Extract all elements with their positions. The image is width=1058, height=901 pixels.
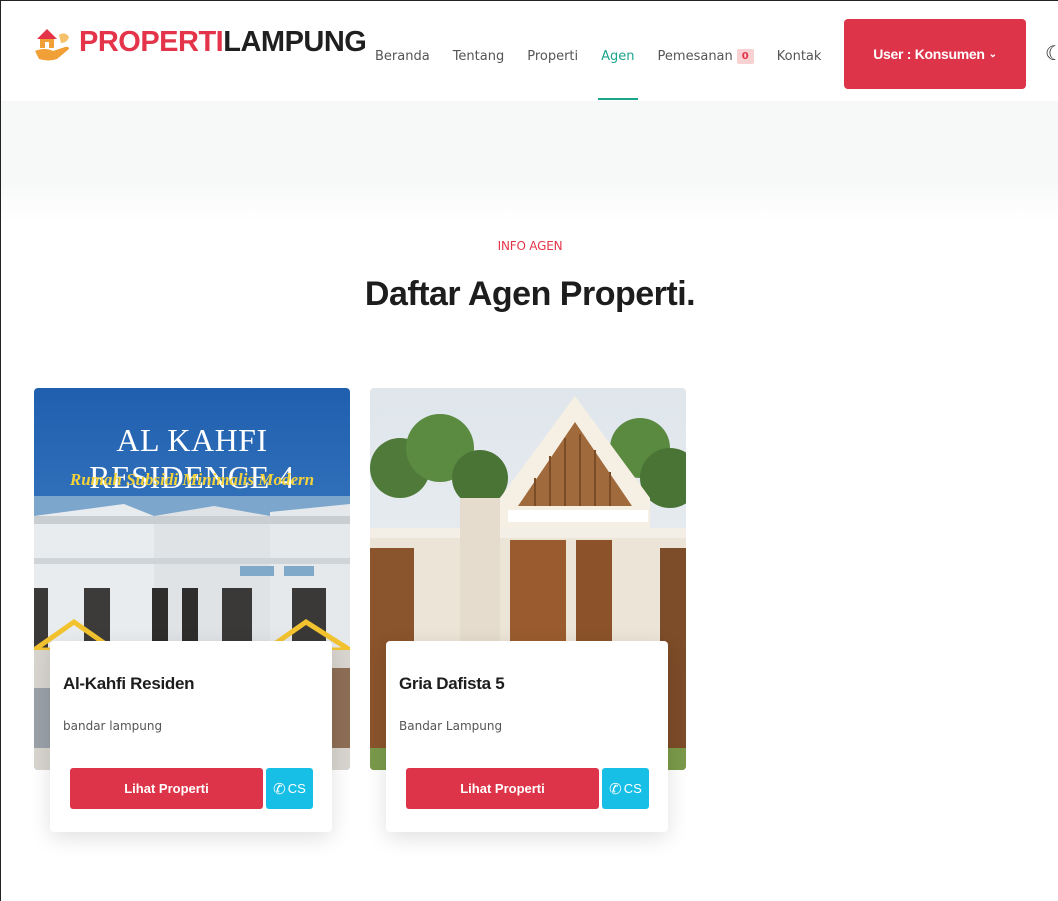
nav-label: Agen <box>601 49 635 64</box>
brand-part1: PROPERTI <box>79 25 224 58</box>
nav-agen[interactable]: Agen <box>598 49 638 100</box>
contact-cs-button[interactable]: ✆ CS <box>266 768 313 809</box>
brand-part2: LAMPUNG <box>223 25 367 58</box>
contact-cs-button[interactable]: ✆ CS <box>602 768 649 809</box>
nav-label: Kontak <box>776 49 822 64</box>
brand-name: PROPERTILAMPUNG <box>79 25 367 59</box>
nav-kontak[interactable]: Kontak <box>777 49 822 64</box>
nav-label: Beranda <box>375 49 430 64</box>
cs-label: CS <box>623 781 642 796</box>
agent-card: AL KAHFI RESIDENCE 4 Rumah Subsidi Minim… <box>34 388 350 838</box>
moon-icon[interactable]: ☾ <box>1045 41 1058 66</box>
page-title: Daftar Agen Properti. <box>364 275 696 313</box>
user-menu-button[interactable]: User : Konsumen ⌄ <box>844 19 1026 89</box>
nav-tentang[interactable]: Tentang <box>453 49 505 64</box>
navbar: PROPERTILAMPUNG Beranda Tentang Properti… <box>1 1 1058 101</box>
image-tagline: Rumah Subsidi Minimalis Modern <box>69 470 315 489</box>
nav-label: Tentang <box>452 49 505 64</box>
user-menu-label: User : Konsumen <box>873 46 985 62</box>
view-property-button[interactable]: Lihat Properti <box>406 768 599 809</box>
view-property-button[interactable]: Lihat Properti <box>70 768 263 809</box>
nav-properti[interactable]: Properti <box>527 49 578 64</box>
agent-location: Bandar Lampung <box>399 719 503 733</box>
cart-count-badge: 0 <box>736 49 754 64</box>
nav-beranda[interactable]: Beranda <box>375 49 430 64</box>
cs-label: CS <box>287 781 306 796</box>
nav-pemesanan[interactable]: Pemesanan 0 <box>658 49 754 64</box>
phone-icon: ✆ <box>609 780 622 798</box>
section-subtitle: INFO AGEN <box>497 239 563 253</box>
phone-icon: ✆ <box>273 780 286 798</box>
agent-info-box: Al-Kahfi Residen bandar lampung Lihat Pr… <box>50 641 332 832</box>
agent-card: Gria Dafista 5 Bandar Lampung Lihat Prop… <box>370 388 686 838</box>
chevron-down-icon: ⌄ <box>988 48 997 60</box>
agent-location: bandar lampung <box>63 719 163 733</box>
agent-info-box: Gria Dafista 5 Bandar Lampung Lihat Prop… <box>386 641 668 832</box>
house-hand-icon <box>35 29 69 61</box>
page-header-band <box>1 101 1058 221</box>
nav-label: Pemesanan <box>657 49 733 64</box>
brand-logo[interactable]: PROPERTILAMPUNG <box>31 21 367 63</box>
main-nav: Beranda Tentang Properti Agen Pemesanan 0… <box>375 49 844 100</box>
agent-name: Al-Kahfi Residen <box>63 674 195 693</box>
agent-name: Gria Dafista 5 <box>399 674 505 693</box>
nav-label: Properti <box>527 49 579 64</box>
